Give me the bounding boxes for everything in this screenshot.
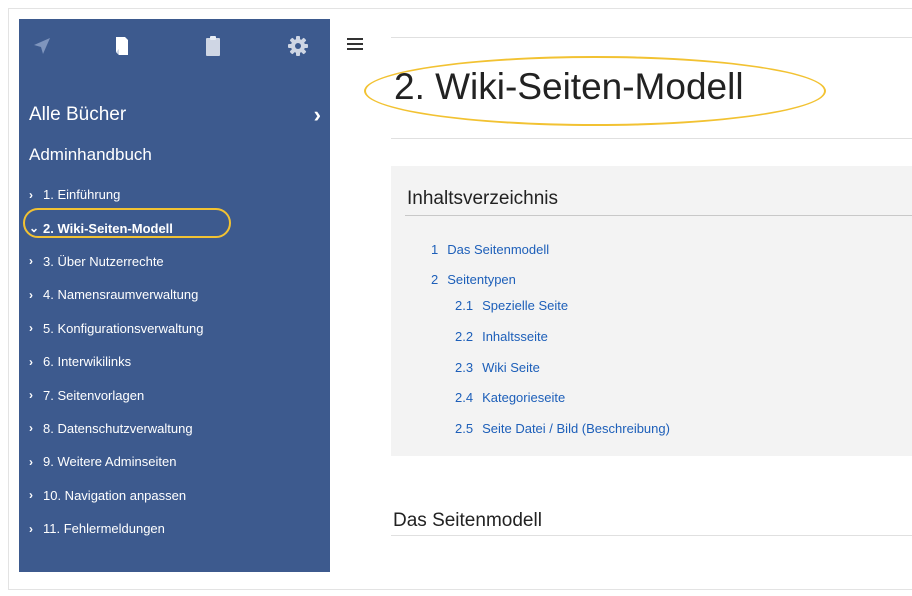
toc-number: 1 xyxy=(431,242,439,257)
sidebar-item-label: 4. Namensraumverwaltung xyxy=(43,287,199,303)
toc-divider xyxy=(405,215,912,216)
sidebar-item-label: 3. Über Nutzerrechte xyxy=(43,253,164,269)
sidebar-item-label: 1. Einführung xyxy=(43,187,121,203)
chevron-down-icon: ⌄ xyxy=(29,221,40,236)
chevron-right-icon: › xyxy=(29,454,33,469)
toc-number: 2.1 xyxy=(455,298,474,313)
toc-label: Seite Datei / Bild (Beschreibung) xyxy=(482,421,670,436)
chevron-right-icon: › xyxy=(29,187,33,202)
toc-number: 2 xyxy=(431,272,439,287)
all-books-label: Alle Bücher xyxy=(29,104,127,125)
chevron-right-icon: › xyxy=(29,287,33,302)
toc-link[interactable]: 2.3 Wiki Seite xyxy=(455,360,540,375)
toc-label: Das Seitenmodell xyxy=(447,242,550,257)
sidebar-item[interactable]: › 4. Namensraumverwaltung xyxy=(29,278,321,311)
sidebar-item-label: 9. Weitere Adminseiten xyxy=(43,454,177,470)
sidebar-item[interactable]: › 3. Über Nutzerrechte xyxy=(29,245,321,278)
chevron-right-icon: › xyxy=(29,421,33,436)
toc-link[interactable]: 2 Seitentypen xyxy=(431,272,516,287)
chevron-right-icon: › xyxy=(29,488,33,503)
chevron-right-icon: › xyxy=(29,321,33,336)
sidebar-item-label: 8. Datenschutzverwaltung xyxy=(43,420,193,436)
chevron-right-icon: › xyxy=(29,521,33,536)
chapter-nav: › 1. Einführung ⌄ 2. Wiki-Seiten-Modell › 3. … xyxy=(23,178,321,545)
sidebar-item[interactable]: › 8. Datenschutzverwaltung xyxy=(29,412,321,445)
sidebar-item[interactable]: › 11. Fehlermeldungen xyxy=(29,512,321,545)
toc-label: Inhaltsseite xyxy=(482,329,548,344)
toc-label: Kategorieseite xyxy=(482,390,566,405)
gear-icon[interactable] xyxy=(285,33,311,59)
navigation-icon[interactable] xyxy=(29,33,55,59)
sidebar-item-label: 6. Interwikilinks xyxy=(43,354,132,370)
sidebar-item[interactable]: ⌄ 2. Wiki-Seiten-Modell xyxy=(23,208,321,244)
toc-number: 2.2 xyxy=(455,329,474,344)
toc-heading: Inhaltsverzeichnis xyxy=(407,188,559,209)
sidebar: Alle Bücher › Adminhandbuch › 1. Einführu… xyxy=(19,19,330,572)
chevron-right-icon: › xyxy=(313,102,321,127)
toc-number: 2.5 xyxy=(455,421,474,436)
toc-link[interactable]: 2.1 Spezielle Seite xyxy=(455,298,568,313)
sidebar-item[interactable]: › 5. Konfigurationsverwaltung xyxy=(29,312,321,345)
all-books-link[interactable]: Alle Bücher › xyxy=(29,101,321,129)
sidebar-item-label: 11. Fehlermeldungen xyxy=(43,521,165,537)
section-heading: Das Seitenmodell xyxy=(393,510,542,531)
chevron-right-icon: › xyxy=(29,388,33,403)
toc-label: Spezielle Seite xyxy=(482,298,569,313)
sidebar-item-label: 10. Navigation anpassen xyxy=(43,487,187,503)
chevron-right-icon: › xyxy=(29,254,33,269)
book-title: Adminhandbuch xyxy=(29,145,152,164)
sidebar-item[interactable]: › 6. Interwikilinks xyxy=(29,345,321,378)
table-of-contents: Inhaltsverzeichnis 1 Das Seitenmodell 2 Sei… xyxy=(391,166,912,456)
toc-number: 2.4 xyxy=(455,390,474,405)
sidebar-item-label: 2. Wiki-Seiten-Modell xyxy=(43,220,173,236)
toc-link[interactable]: 2.2 Inhaltsseite xyxy=(455,329,548,344)
toc-link[interactable]: 2.4 Kategorieseite xyxy=(455,390,565,405)
toc-number: 2.3 xyxy=(455,360,474,375)
sidebar-item[interactable]: › 10. Navigation anpassen xyxy=(29,479,321,512)
page-title: 2. Wiki-Seiten-Modell xyxy=(394,66,744,107)
sidebar-item[interactable]: › 7. Seitenvorlagen xyxy=(29,378,321,411)
toc-label: Wiki Seite xyxy=(482,360,540,375)
menu-toggle-icon[interactable] xyxy=(347,38,363,52)
toc-link[interactable]: 2.5 Seite Datei / Bild (Beschreibung) xyxy=(455,421,670,436)
sidebar-item[interactable]: › 1. Einführung xyxy=(29,178,321,211)
chevron-right-icon: › xyxy=(29,354,33,369)
toc-link[interactable]: 1 Das Seitenmodell xyxy=(431,242,549,257)
sidebar-item-label: 5. Konfigurationsverwaltung xyxy=(43,320,204,336)
sidebar-toolbar xyxy=(19,19,330,71)
header-rule-top xyxy=(391,37,912,38)
section-rule xyxy=(391,535,912,536)
sidebar-item-label: 7. Seitenvorlagen xyxy=(43,387,145,403)
header-rule-bottom xyxy=(391,138,912,139)
clipboard-icon[interactable] xyxy=(200,33,226,59)
book-icon[interactable] xyxy=(109,33,135,59)
sidebar-item[interactable]: › 9. Weitere Adminseiten xyxy=(29,445,321,478)
toc-label: Seitentypen xyxy=(447,272,516,287)
